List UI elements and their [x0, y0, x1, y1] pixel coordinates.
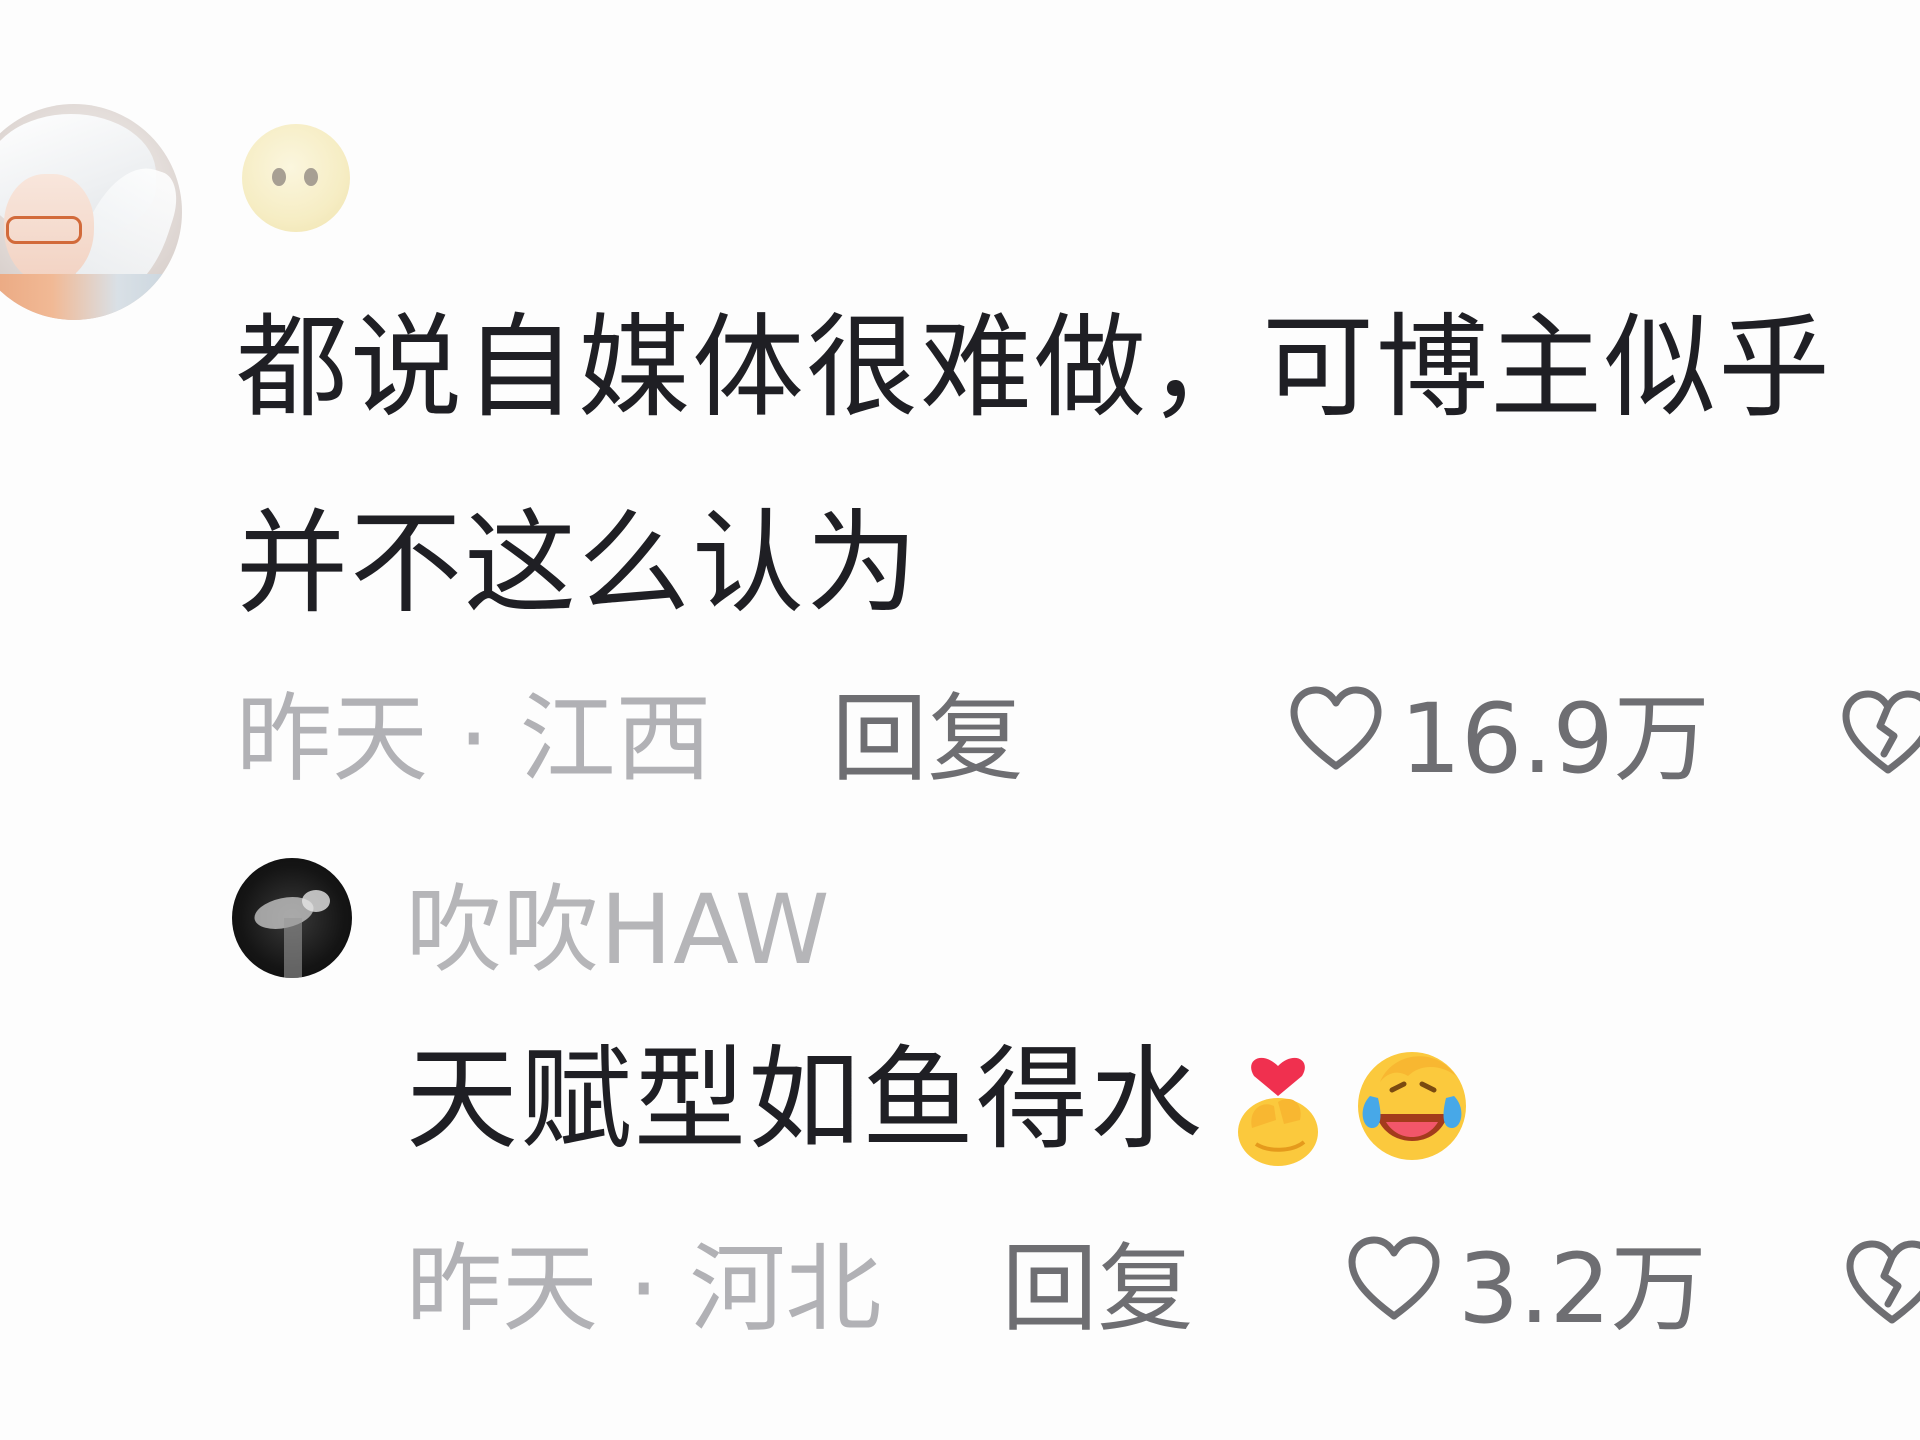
comment-meta: 昨天 · 江西 回复	[236, 668, 1024, 795]
replier-avatar[interactable]	[232, 858, 352, 978]
broken-heart-icon[interactable]	[1842, 1234, 1920, 1334]
like-count: 16.9万	[1400, 682, 1710, 795]
comment-text: 都说自媒体很难做，可博主似乎 并不这么认为	[236, 303, 1832, 629]
avatar-detail	[302, 890, 330, 912]
reply-time-location: 昨天 · 河北	[406, 1232, 882, 1345]
heart-outline-icon	[1348, 1236, 1440, 1320]
emoji-eye-right	[304, 168, 318, 186]
heart-outline-icon	[1290, 686, 1382, 770]
avatar-detail	[284, 918, 302, 978]
like-count: 3.2万	[1458, 1232, 1707, 1345]
reply-meta: 昨天 · 河北 回复	[406, 1218, 1194, 1345]
broken-heart-icon[interactable]	[1838, 684, 1920, 784]
avatar-glasses	[6, 216, 82, 244]
reply-text: 天赋型如鱼得水	[406, 1035, 1204, 1165]
neutral-face-emoji-icon[interactable]	[242, 124, 350, 232]
comment-thread: 都说自媒体很难做，可博主似乎 并不这么认为 昨天 · 江西 回复 16.9万 吹…	[0, 0, 1920, 1440]
reply-button[interactable]: 回复	[832, 661, 1024, 800]
avatar-clothing	[0, 274, 182, 320]
like-button[interactable]: 16.9万	[1286, 668, 1710, 795]
commenter-avatar[interactable]	[0, 104, 182, 320]
comment-time-location: 昨天 · 江西	[236, 682, 712, 795]
laughing-crying-emoji-icon	[1358, 1052, 1466, 1160]
emoji-eye-left	[272, 168, 286, 186]
like-button[interactable]: 3.2万	[1344, 1218, 1707, 1345]
replier-username[interactable]: 吹吹HAW	[406, 870, 831, 990]
finger-heart-emoji-icon	[1238, 1057, 1318, 1166]
reply-button[interactable]: 回复	[1002, 1211, 1194, 1350]
reply-text-row: 天赋型如鱼得水	[406, 1030, 1472, 1170]
